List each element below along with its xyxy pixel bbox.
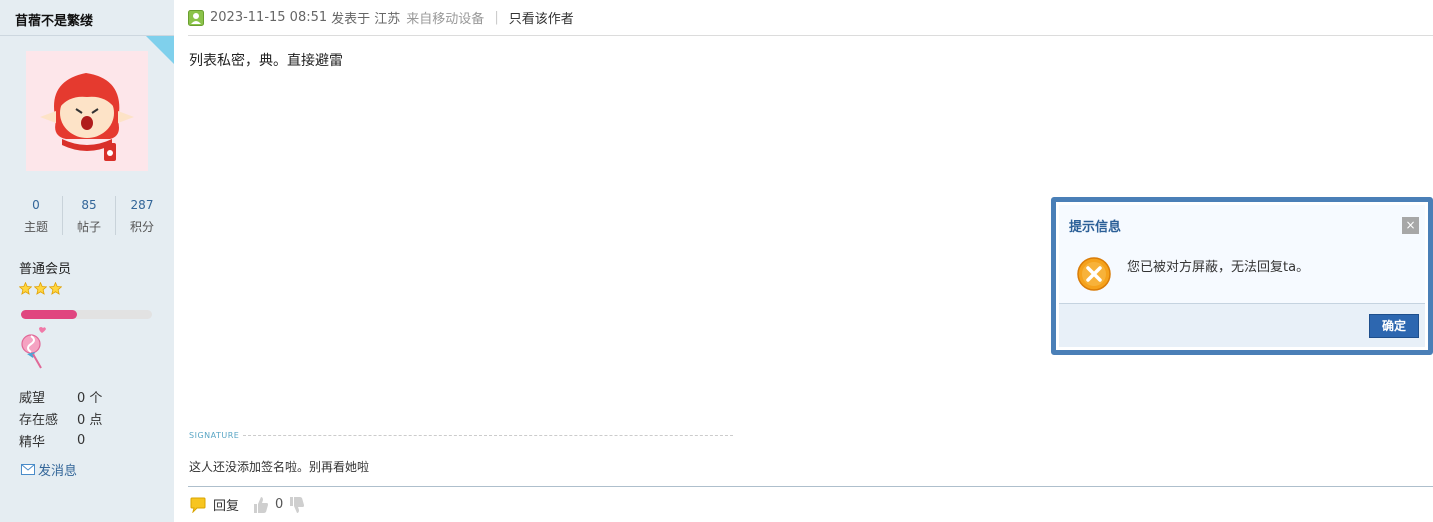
- only-author-link[interactable]: 只看该作者: [509, 8, 574, 27]
- user-group[interactable]: 普通会员: [19, 258, 71, 277]
- user-sidebar: 苜蓿不是繁缕 0 主题 85 帖子 287 积分 普通会员 威望 0 个 存在感…: [0, 0, 174, 522]
- signature-label: SIGNATURE: [189, 431, 240, 440]
- header-divider: [188, 35, 1433, 36]
- corner-badge-icon: [146, 36, 174, 64]
- star-icon: [34, 282, 47, 295]
- signature-dots: [243, 435, 733, 436]
- stat-threads[interactable]: 0 主题: [10, 196, 63, 235]
- dialog-body: 提示信息 × 您已被对方屏蔽，无法回复ta。 确定: [1059, 205, 1425, 347]
- stat-value: 0: [32, 198, 40, 212]
- reply-button[interactable]: 回复: [213, 495, 239, 514]
- error-icon: [1077, 257, 1111, 291]
- avatar[interactable]: [26, 51, 148, 171]
- lollipop-medal-icon[interactable]: [19, 326, 49, 374]
- thumbs-down-icon[interactable]: [289, 496, 305, 514]
- stat-label: 主题: [23, 220, 48, 234]
- close-icon[interactable]: ×: [1402, 217, 1419, 234]
- level-progress-bar: [21, 310, 152, 319]
- online-user-icon: [188, 9, 204, 26]
- like-count: 0: [275, 497, 284, 512]
- user-stats: 0 主题 85 帖子 287 积分: [10, 196, 168, 235]
- info-row: 存在感 0 点: [19, 407, 102, 429]
- post-device[interactable]: 来自移动设备: [406, 8, 484, 27]
- post-header: 2023-11-15 08:51 发表于 江苏 来自移动设备 | 只看该作者: [188, 8, 574, 27]
- info-value: 0: [77, 432, 86, 448]
- alert-dialog: 提示信息 × 您已被对方屏蔽，无法回复ta。 确定: [1051, 197, 1433, 355]
- header-separator: |: [494, 10, 499, 25]
- thumbs-up-icon[interactable]: [253, 496, 269, 514]
- stat-posts[interactable]: 85 帖子: [63, 196, 116, 235]
- dialog-footer: 确定: [1059, 303, 1425, 347]
- info-value: 0 点: [77, 412, 103, 428]
- star-icon: [49, 282, 62, 295]
- info-value: 0 个: [77, 390, 103, 406]
- stat-value: 85: [81, 198, 97, 212]
- dialog-title: 提示信息: [1069, 220, 1122, 235]
- post-actions: 回复 0: [189, 495, 305, 514]
- footer-divider: [188, 486, 1433, 487]
- ok-button[interactable]: 确定: [1369, 314, 1419, 338]
- stat-label: 积分: [129, 220, 154, 234]
- signature-text: 这人还没添加签名啦。别再看她啦: [189, 460, 370, 474]
- send-message-link[interactable]: 发消息: [21, 460, 77, 479]
- rank-stars: [19, 282, 62, 295]
- send-message-label: 发消息: [38, 464, 78, 479]
- user-info: 威望 0 个 存在感 0 点 精华 0: [19, 385, 102, 451]
- stat-points[interactable]: 287 积分: [116, 196, 168, 235]
- dialog-message: 您已被对方屏蔽，无法回复ta。: [1127, 260, 1310, 275]
- signature-divider: SIGNATURE: [189, 431, 733, 440]
- level-progress-fill: [21, 310, 78, 319]
- post-location: 发表于 江苏: [331, 12, 401, 27]
- mail-icon: [21, 464, 35, 475]
- info-row: 威望 0 个: [19, 385, 102, 407]
- info-key: 威望: [19, 390, 46, 406]
- username[interactable]: 苜蓿不是繁缕: [15, 10, 93, 29]
- reply-bubble-icon[interactable]: [189, 497, 207, 513]
- post-time: 2023-11-15 08:51: [210, 10, 328, 25]
- star-icon: [19, 282, 32, 295]
- stat-value: 287: [130, 198, 154, 212]
- stat-label: 帖子: [76, 220, 101, 234]
- info-row: 精华 0: [19, 429, 102, 451]
- post-content: 列表私密，典。直接避雷: [189, 53, 343, 69]
- info-key: 精华: [19, 434, 46, 450]
- info-key: 存在感: [19, 412, 59, 428]
